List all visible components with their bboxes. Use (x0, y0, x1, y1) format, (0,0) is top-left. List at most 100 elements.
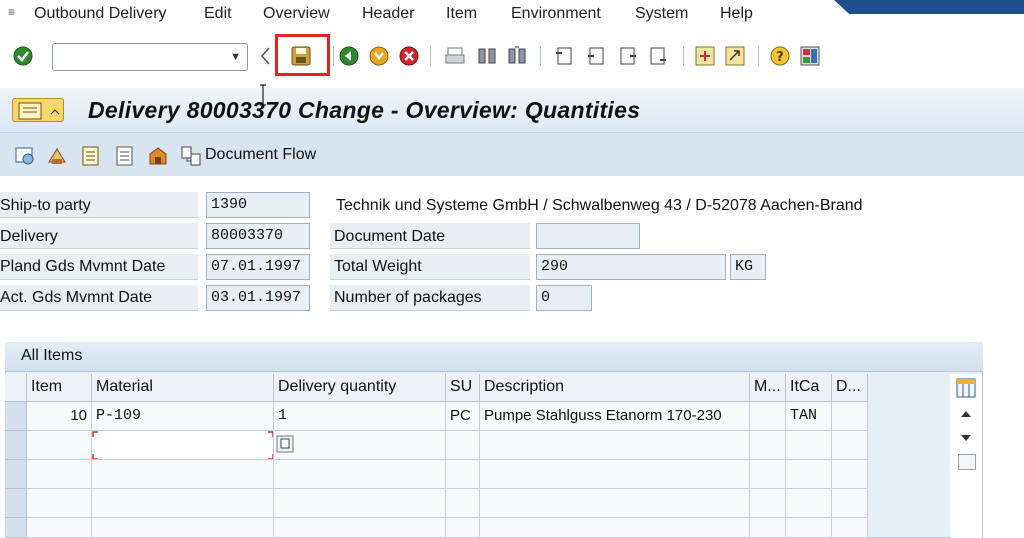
column-header-delivery-quantity[interactable]: Delivery quantity (274, 374, 446, 402)
row-selector[interactable] (5, 460, 27, 489)
display-icon[interactable] (14, 145, 36, 167)
table-cell-description[interactable] (480, 460, 750, 489)
table-cell-su[interactable] (446, 518, 480, 538)
scroll-up-icon[interactable] (958, 408, 974, 420)
menu-edit[interactable]: Edit (204, 5, 232, 23)
table-cell-d[interactable] (832, 489, 868, 518)
document-flow-icon[interactable] (180, 145, 202, 167)
table-cell-item[interactable]: 10 (27, 402, 92, 431)
back-icon[interactable] (338, 45, 360, 67)
table-cell-su[interactable]: PC (446, 402, 480, 431)
table-cell-description[interactable] (480, 518, 750, 538)
header-overview-icon[interactable] (80, 145, 102, 167)
table-cell-d[interactable] (832, 431, 868, 460)
chevron-down-icon[interactable]: ▼ (230, 51, 241, 63)
shortcut-icon[interactable] (724, 45, 746, 67)
exit-icon[interactable] (368, 45, 390, 67)
scroll-down-icon[interactable] (958, 432, 974, 444)
actual-goods-movement-date-field[interactable]: 03.01.1997 (206, 285, 310, 311)
table-cell-description[interactable] (480, 489, 750, 518)
table-cell-m[interactable] (750, 460, 786, 489)
number-of-packages-field[interactable]: 0 (536, 285, 592, 311)
menu-header[interactable]: Header (362, 5, 414, 23)
menu-list-icon[interactable]: ≡ (8, 5, 15, 19)
table-cell-itca[interactable] (786, 489, 832, 518)
table-cell-m[interactable] (750, 431, 786, 460)
column-header-su[interactable]: SU (446, 374, 480, 402)
document-date-field[interactable] (536, 223, 640, 249)
table-cell-material-input[interactable] (92, 431, 274, 460)
table-cell-d[interactable] (832, 518, 868, 538)
table-cell-m[interactable] (750, 489, 786, 518)
table-cell-item[interactable] (27, 460, 92, 489)
menu-help[interactable]: Help (720, 5, 753, 23)
first-page-icon[interactable] (553, 45, 575, 67)
row-selector[interactable] (5, 518, 27, 538)
row-selector[interactable] (5, 431, 27, 460)
table-cell-delivery-quantity[interactable] (274, 460, 446, 489)
create-session-icon[interactable] (694, 45, 716, 67)
last-page-icon[interactable] (647, 45, 669, 67)
menu-system[interactable]: System (635, 5, 688, 23)
column-header-itca[interactable]: ItCa (786, 374, 832, 402)
header-details-button[interactable] (12, 98, 64, 122)
row-selector[interactable] (5, 489, 27, 518)
item-overview-icon[interactable] (114, 145, 136, 167)
table-cell-item[interactable] (27, 431, 92, 460)
command-field[interactable]: ▼ (52, 43, 248, 71)
table-cell-m[interactable] (750, 518, 786, 538)
table-cell-itca[interactable] (786, 460, 832, 489)
table-cell-m[interactable] (750, 402, 786, 431)
find-next-icon[interactable] (506, 45, 528, 67)
table-cell-su[interactable] (446, 460, 480, 489)
table-cell-material[interactable] (92, 489, 274, 518)
collapse-arrow-icon[interactable] (259, 45, 271, 67)
value-help-icon[interactable] (276, 435, 294, 453)
help-icon[interactable]: ? (769, 45, 791, 67)
layout-icon[interactable] (799, 45, 821, 67)
next-page-icon[interactable] (617, 45, 639, 67)
table-cell-delivery-quantity[interactable]: 1 (274, 402, 446, 431)
menu-item[interactable]: Item (446, 5, 477, 23)
change-items-icon[interactable] (46, 145, 68, 167)
table-cell-material[interactable] (92, 460, 274, 489)
packing-icon[interactable] (147, 145, 169, 167)
previous-page-icon[interactable] (585, 45, 607, 67)
total-weight-field[interactable]: 290 (536, 254, 726, 280)
row-selector[interactable] (5, 402, 27, 431)
save-icon[interactable] (290, 45, 312, 67)
scroll-thumb[interactable] (958, 454, 976, 470)
print-icon[interactable] (444, 45, 466, 67)
planned-goods-movement-date-field[interactable]: 07.01.1997 (206, 254, 310, 280)
table-cell-item[interactable] (27, 518, 92, 538)
column-header-material[interactable]: Material (92, 374, 274, 402)
ship-to-party-field[interactable]: 1390 (206, 192, 310, 218)
table-cell-su[interactable] (446, 489, 480, 518)
menu-environment[interactable]: Environment (511, 5, 601, 23)
table-cell-d[interactable] (832, 460, 868, 489)
table-cell-d[interactable] (832, 402, 868, 431)
menu-outbound-delivery[interactable]: Outbound Delivery (34, 5, 167, 23)
table-cell-material[interactable]: P-109 (92, 402, 274, 431)
table-cell-itca[interactable] (786, 518, 832, 538)
table-cell-description[interactable] (480, 431, 750, 460)
table-cell-itca[interactable]: TAN (786, 402, 832, 431)
column-header-description[interactable]: Description (480, 374, 750, 402)
column-header-item[interactable]: Item (27, 374, 92, 402)
table-cell-description[interactable]: Pumpe Stahlguss Etanorm 170-230 (480, 402, 750, 431)
table-cell-delivery-quantity[interactable] (274, 489, 446, 518)
column-header-d[interactable]: D... (832, 374, 868, 402)
weight-unit-field[interactable]: KG (730, 254, 766, 280)
table-cell-delivery-quantity[interactable] (274, 431, 446, 460)
table-cell-item[interactable] (27, 489, 92, 518)
select-all-cell[interactable] (5, 374, 27, 402)
document-flow-button[interactable]: Document Flow (205, 146, 316, 164)
table-cell-material[interactable] (92, 518, 274, 538)
table-cell-itca[interactable] (786, 431, 832, 460)
table-cell-su[interactable] (446, 431, 480, 460)
delivery-field[interactable]: 80003370 (206, 223, 310, 249)
column-header-m[interactable]: M... (750, 374, 786, 402)
table-settings-icon[interactable] (955, 377, 977, 399)
cancel-icon[interactable] (398, 45, 420, 67)
table-cell-delivery-quantity[interactable] (274, 518, 446, 538)
